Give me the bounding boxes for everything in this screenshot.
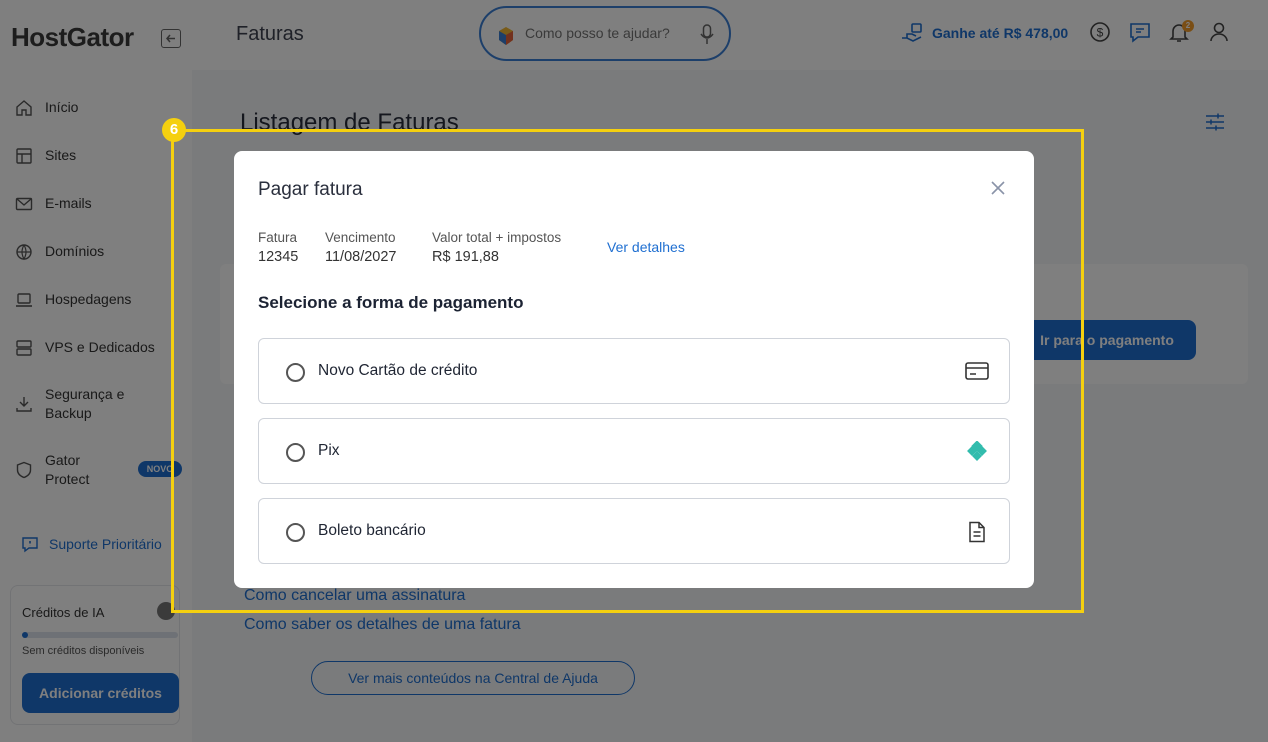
view-details-link[interactable]: Ver detalhes [607, 239, 685, 255]
pay-invoice-modal: Pagar fatura Fatura 12345 Vencimento 11/… [234, 151, 1034, 588]
invoice-label: Fatura [258, 230, 298, 245]
due-date-value: 11/08/2027 [325, 249, 397, 265]
tutorial-step-badge: 6 [162, 118, 186, 142]
credit-card-icon [965, 362, 989, 380]
radio-button[interactable] [286, 363, 305, 382]
payment-method-heading: Selecione a forma de pagamento [258, 293, 524, 312]
invoice-number: 12345 [258, 249, 299, 265]
modal-title: Pagar fatura [258, 179, 363, 200]
due-date-label: Vencimento [325, 230, 396, 245]
option-label: Pix [318, 442, 340, 459]
radio-button[interactable] [286, 443, 305, 462]
radio-button[interactable] [286, 523, 305, 542]
option-label: Boleto bancário [318, 522, 426, 539]
payment-option-boleto[interactable]: Boleto bancário [258, 498, 1010, 564]
total-value: R$ 191,88 [432, 249, 499, 265]
close-icon[interactable] [989, 179, 1007, 197]
pix-icon [967, 441, 987, 461]
payment-option-credit-card[interactable]: Novo Cartão de crédito [258, 338, 1010, 404]
document-icon [969, 521, 985, 543]
payment-option-pix[interactable]: Pix [258, 418, 1010, 484]
option-label: Novo Cartão de crédito [318, 362, 478, 379]
total-label: Valor total + impostos [432, 230, 562, 245]
